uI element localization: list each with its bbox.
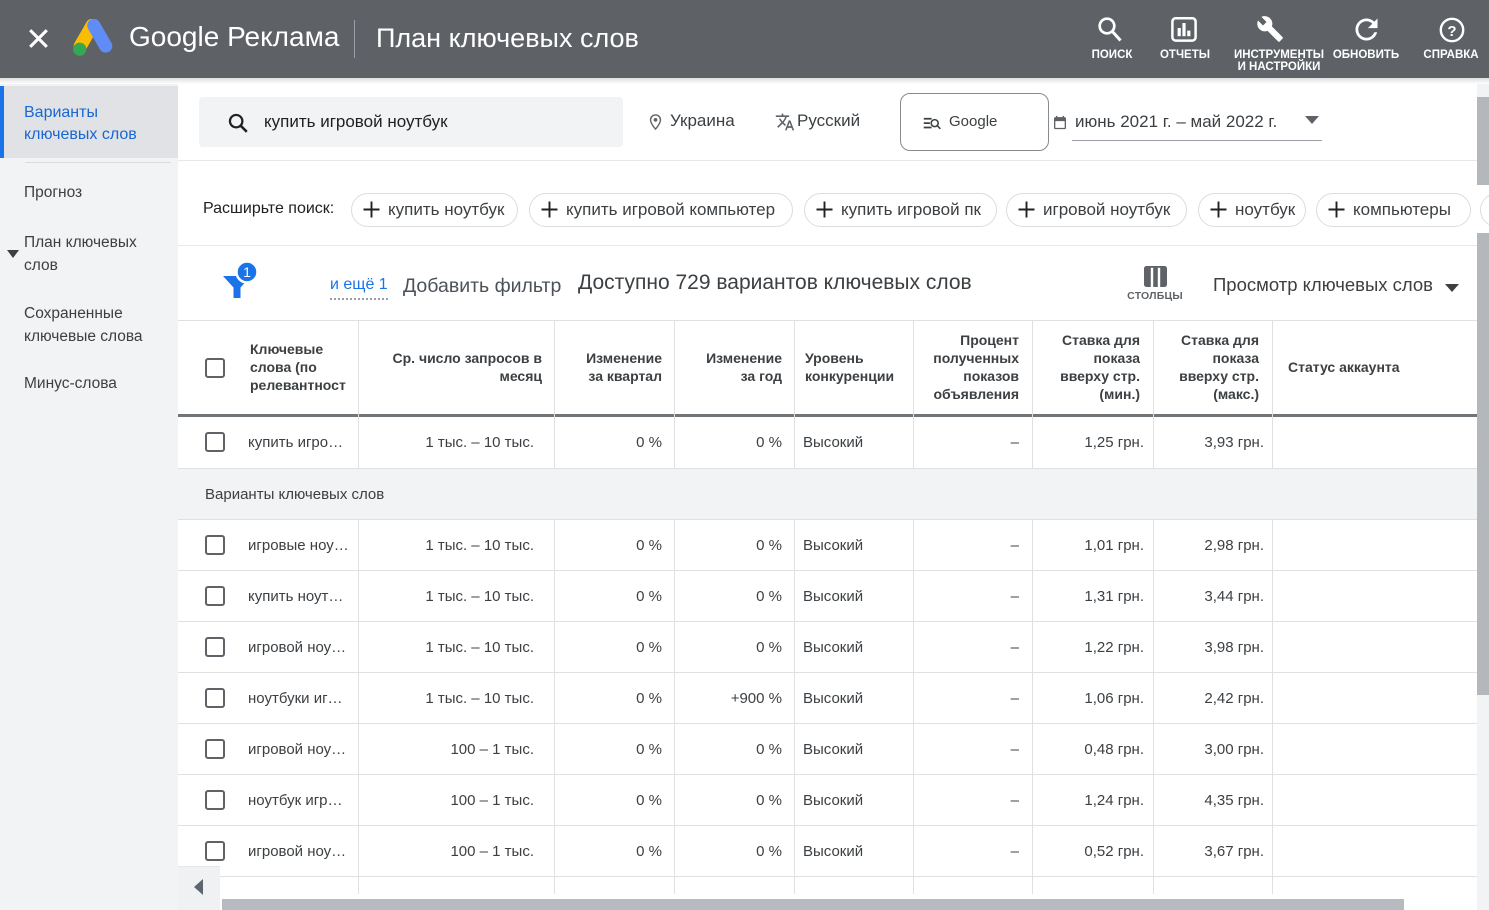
svg-text:?: ? — [1447, 23, 1456, 40]
svg-text:1: 1 — [243, 264, 251, 280]
